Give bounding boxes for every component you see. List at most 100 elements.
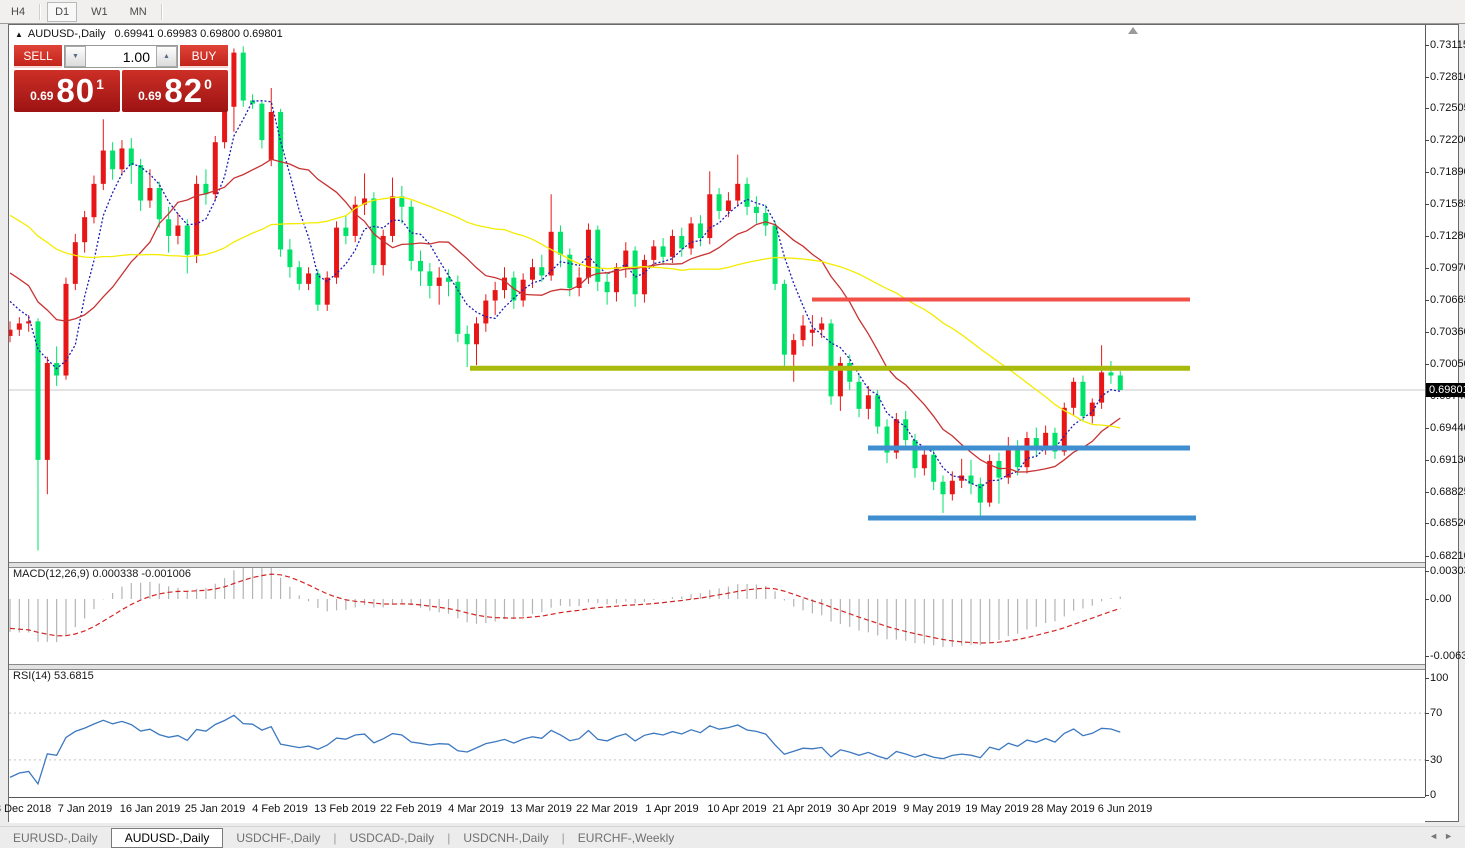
date-tick-label: 6 Jun 2019	[1097, 803, 1153, 815]
chart-shift-marker-icon[interactable]	[1128, 27, 1138, 34]
rsi-tick-tick	[1425, 760, 1429, 761]
price-tick-label: 0.72200	[1430, 134, 1465, 146]
sell-price-sup: 1	[96, 76, 104, 92]
sell-button[interactable]: SELL	[14, 45, 62, 68]
one-click-trading-panel: SELL ▼ ▲ BUY 0.69 80 1 0.69 82 0	[14, 45, 228, 112]
date-tick-label: 28 Dec 2018	[0, 803, 52, 815]
price-tick-label: 0.73115	[1430, 39, 1465, 51]
macd-indicator-canvas[interactable]	[9, 566, 1425, 664]
sell-price-big: 80	[56, 72, 96, 109]
price-tick-tick	[1425, 556, 1429, 557]
buy-price-big: 82	[164, 72, 204, 109]
macd-tick-label: -0.006311	[1430, 650, 1465, 662]
chart-tab-bar: EURUSD-,Daily AUDUSD-,Daily USDCHF-,Daily |…	[0, 826, 1465, 848]
timeframe-toolbar: H4 D1 W1 MN	[0, 0, 1465, 24]
rsi-indicator-canvas[interactable]	[9, 668, 1425, 796]
sell-price-prefix: 0.69	[30, 89, 54, 103]
price-tick-label: 0.70970	[1430, 262, 1465, 274]
price-tick-label: 0.70665	[1430, 294, 1465, 306]
price-tick-label: 0.68520	[1430, 517, 1465, 529]
rsi-line	[9, 714, 1121, 786]
chart-tab-audusd[interactable]: AUDUSD-,Daily	[110, 828, 224, 848]
price-tick-tick	[1425, 460, 1429, 461]
macd-tick-label: 0.00	[1430, 593, 1452, 605]
date-tick-label: 10 Apr 2019	[707, 803, 767, 815]
date-tick-label: 4 Mar 2019	[448, 803, 504, 815]
toolbar-separator	[160, 3, 163, 20]
date-tick-label: 16 Jan 2019	[119, 803, 181, 815]
chart-symbol-label: AUDUSD-,Daily	[27, 28, 106, 40]
price-tick-tick	[1425, 236, 1429, 237]
price-tick-tick	[1425, 332, 1429, 333]
price-tick-tick	[1425, 140, 1429, 141]
macd-tick-tick	[1425, 656, 1429, 657]
date-tick-label: 13 Mar 2019	[510, 803, 572, 815]
volume-dropdown-button[interactable]: ▼	[65, 46, 86, 67]
date-tick-label: 25 Jan 2019	[184, 803, 246, 815]
price-tick-label: 0.72505	[1430, 102, 1465, 114]
current-price-badge: 0.69801	[1426, 383, 1465, 397]
chart-tab-eurusd[interactable]: EURUSD-,Daily	[0, 829, 111, 847]
volume-input[interactable]	[86, 46, 156, 67]
price-tick-label: 0.68825	[1430, 486, 1465, 498]
price-tick-tick	[1425, 172, 1429, 173]
ma-fast-line	[9, 100, 1121, 489]
price-tick-label: 0.71280	[1430, 230, 1465, 242]
date-axis: 28 Dec 2018 7 Jan 2019 16 Jan 201925 Jan 2…	[0, 797, 1425, 823]
timeframe-d1-button[interactable]: D1	[47, 1, 78, 22]
tabs-scroll-right-icon: ►	[1444, 831, 1459, 841]
price-tick-tick	[1425, 204, 1429, 205]
date-tick-label: 9 May 2019	[903, 803, 961, 815]
ma-mid-line	[9, 158, 1121, 473]
collapse-chart-icon[interactable]: ▲	[15, 30, 23, 39]
timeframe-mn-button[interactable]: MN	[122, 2, 155, 22]
rsi-tick-tick	[1425, 795, 1429, 796]
price-tick-tick	[1425, 492, 1429, 493]
tabs-scroll-left-icon: ◄	[1429, 831, 1445, 841]
rsi-tick-tick	[1425, 678, 1429, 679]
volume-spinner: ▼ ▲	[64, 45, 178, 68]
chart-tab-usdchf[interactable]: USDCHF-,Daily	[223, 829, 333, 847]
price-tick-tick	[1425, 108, 1429, 109]
buy-button[interactable]: BUY	[180, 45, 228, 68]
date-tick-label: 22 Mar 2019	[576, 803, 638, 815]
chart-tab-usdcad[interactable]: USDCAD-,Daily	[337, 829, 448, 847]
date-tick-label: 21 Apr 2019	[772, 803, 832, 815]
chart-tab-eurchf[interactable]: EURCHF-,Weekly	[565, 829, 687, 847]
date-tick-label: 22 Feb 2019	[380, 803, 442, 815]
price-tick-label: 0.69130	[1430, 454, 1465, 466]
macd-values: 0.000338 -0.001006	[92, 568, 191, 580]
price-tick-tick	[1425, 364, 1429, 365]
rsi-tick-label: 100	[1430, 672, 1449, 684]
date-tick-label: 1 Apr 2019	[645, 803, 699, 815]
rsi-tick-label: 0	[1430, 789, 1437, 801]
pane-splitter[interactable]	[9, 562, 1425, 568]
rsi-value: 53.6815	[53, 670, 94, 682]
sell-price-tile[interactable]: 0.69 80 1	[14, 70, 120, 112]
price-tick-label: 0.71585	[1430, 198, 1465, 210]
rsi-tick-label: 30	[1430, 754, 1443, 766]
pane-splitter[interactable]	[9, 664, 1425, 670]
mt4-window: H4 D1 W1 MN ▲ AUDUSD-,Daily 0.69941 0.6998…	[0, 0, 1465, 848]
price-tick-label: 0.70050	[1430, 358, 1465, 370]
chart-tab-usdcnh[interactable]: USDCNH-,Daily	[450, 829, 561, 847]
price-tick-tick	[1425, 523, 1429, 524]
toolbar-separator	[39, 3, 42, 20]
rsi-tick-label: 70	[1430, 707, 1443, 719]
date-tick-label: 19 May 2019	[965, 803, 1029, 815]
buy-price-sup: 0	[204, 76, 212, 92]
timeframe-h4-button[interactable]: H4	[3, 2, 33, 22]
timeframe-w1-button[interactable]: W1	[83, 2, 116, 22]
macd-signal-line	[9, 573, 1121, 644]
buy-price-prefix: 0.69	[138, 89, 162, 103]
buy-price-tile[interactable]: 0.69 82 0	[122, 70, 228, 112]
macd-tick-tick	[1425, 599, 1429, 600]
date-tick-label: 4 Feb 2019	[252, 803, 308, 815]
tab-scroll-arrows[interactable]: ◄►	[1429, 831, 1459, 841]
price-tick-label: 0.72810	[1430, 71, 1465, 83]
macd-tick-tick	[1425, 571, 1429, 572]
rsi-label: RSI(14) 53.6815	[13, 670, 94, 682]
date-tick-label: 28 May 2019	[1031, 803, 1095, 815]
macd-label: MACD(12,26,9) 0.000338 -0.001006	[13, 568, 191, 580]
volume-up-button[interactable]: ▲	[156, 46, 177, 67]
